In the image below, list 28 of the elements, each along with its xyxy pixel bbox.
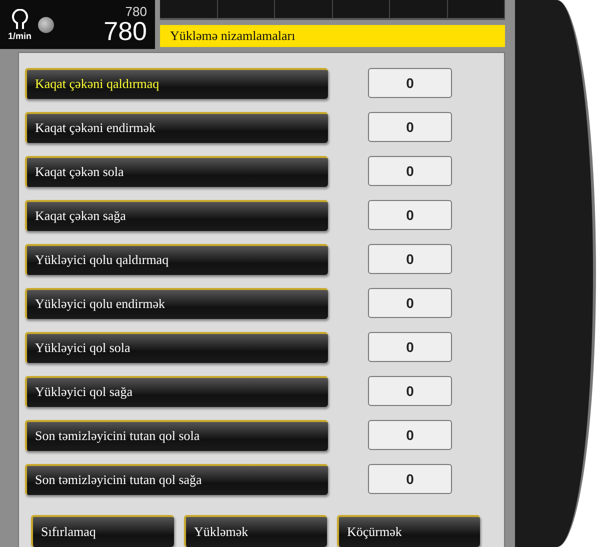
setting-button[interactable]: Son təmizləyicini tutan qol sağa: [25, 464, 328, 494]
value-field[interactable]: 0: [368, 244, 452, 274]
speed-value: 780: [104, 18, 147, 44]
action-button[interactable]: Yükləmək: [184, 515, 327, 547]
setting-button[interactable]: Yükləyici qolu endirmək: [25, 288, 328, 318]
setting-button[interactable]: Kaqat çəkəni qaldırmaq: [25, 68, 328, 98]
setting-button[interactable]: Yükləyici qol sağa: [25, 376, 328, 406]
panel-title: Yükləmə nizamlamaları: [160, 25, 505, 47]
action-button[interactable]: Sıfırlamaq: [31, 515, 174, 547]
setting-button[interactable]: Yükləyici qolu qaldırmaq: [25, 244, 328, 274]
value-field[interactable]: 0: [368, 200, 452, 230]
indicator-light-icon: [38, 16, 54, 32]
value-field[interactable]: 0: [368, 68, 452, 98]
value-field[interactable]: 0: [368, 156, 452, 186]
action-button[interactable]: Köçürmək: [337, 515, 480, 547]
value-field[interactable]: 0: [368, 464, 452, 494]
setting-button[interactable]: Yükləyici qol sola: [25, 332, 328, 362]
value-field[interactable]: 0: [368, 420, 452, 450]
setting-button[interactable]: Kaqat çəkən sola: [25, 156, 328, 186]
setpoint-value: 780: [125, 5, 147, 18]
value-field[interactable]: 0: [368, 376, 452, 406]
setting-button[interactable]: Kaqat çəkən sağa: [25, 200, 328, 230]
setting-button[interactable]: Son təmizləyicini tutan qol sola: [25, 420, 328, 450]
value-field[interactable]: 0: [368, 112, 452, 142]
unit-label: 1/min: [8, 30, 32, 40]
value-field[interactable]: 0: [368, 288, 452, 318]
setting-button[interactable]: Kaqat çəkəni endirmək: [25, 112, 328, 142]
value-field[interactable]: 0: [368, 332, 452, 362]
